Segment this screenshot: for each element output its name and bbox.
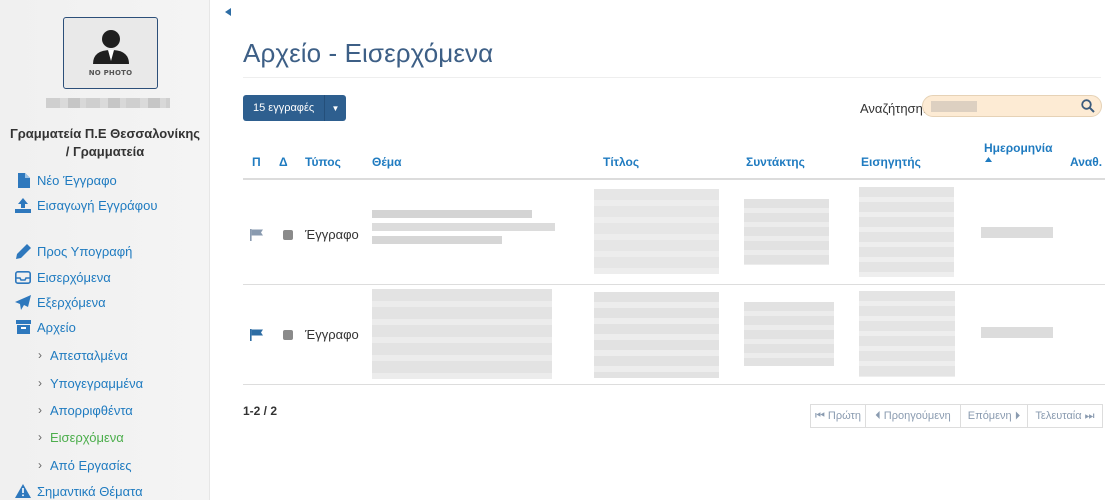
rapporteur-redacted <box>859 187 954 277</box>
sidebar: NO PHOTO Γραμματεία Π.Ε Θεσσαλονίκης / Γ… <box>0 0 210 500</box>
chevron-right-icon: › <box>38 403 42 417</box>
column-header-author[interactable]: Συντάκτης <box>746 155 805 169</box>
sidebar-item-label: Εισερχόμενα <box>37 269 111 285</box>
username-redacted <box>46 98 170 108</box>
author-redacted <box>744 302 834 366</box>
column-header-assign[interactable]: Αναθ. <box>1070 155 1102 169</box>
title-redacted <box>594 189 719 274</box>
table-row[interactable]: Έγγραφο <box>243 181 1105 283</box>
avatar[interactable]: NO PHOTO <box>63 17 158 89</box>
search-label: Αναζήτηση: <box>860 101 927 116</box>
pencil-icon <box>14 243 32 259</box>
archive-icon <box>14 319 32 335</box>
chevron-right-icon: › <box>38 430 42 444</box>
sort-asc-icon <box>985 157 992 162</box>
rapporteur-redacted <box>859 291 955 377</box>
document-status-square <box>283 230 293 240</box>
row-type: Έγγραφο <box>305 327 359 342</box>
date-redacted <box>981 327 1053 338</box>
column-header-subject[interactable]: Θέμα <box>372 155 401 169</box>
title-divider <box>243 77 1101 78</box>
sidebar-subitem-label: Απορριφθέντα <box>50 402 133 418</box>
search-icon[interactable] <box>1081 99 1095 113</box>
pager-last-button[interactable]: Τελευταία ⏭ <box>1027 404 1103 428</box>
flag-icon[interactable] <box>250 229 264 241</box>
pagination-count: 1-2 / 2 <box>243 404 278 418</box>
sidebar-subitem-sent[interactable]: › Απεσταλμένα <box>38 346 128 364</box>
department-name: Γραμματεία Π.Ε Θεσσαλονίκης / Γραμματεία <box>9 126 201 159</box>
sidebar-subitem-incoming[interactable]: › Εισερχόμενα <box>38 428 124 446</box>
title-redacted <box>594 292 719 378</box>
app-window: NO PHOTO Γραμματεία Π.Ε Θεσσαλονίκης / Γ… <box>0 0 1110 500</box>
sidebar-item-new-document[interactable]: Νέο Έγγραφο <box>14 171 117 189</box>
row-divider <box>243 384 1105 385</box>
sidebar-item-archive[interactable]: Αρχείο <box>14 318 76 336</box>
sidebar-item-label: Εισαγωγή Εγγράφου <box>37 197 158 213</box>
sidebar-item-incoming[interactable]: Εισερχόμενα <box>14 268 111 286</box>
column-header-type[interactable]: Τύπος <box>305 155 341 169</box>
chevron-right-icon: › <box>38 348 42 362</box>
inbox-icon <box>14 269 32 285</box>
collapse-sidebar-icon[interactable] <box>225 8 231 16</box>
pager-next-button[interactable]: Επόμενη ⏵ <box>960 404 1028 428</box>
sidebar-item-label: Νέο Έγγραφο <box>37 172 117 188</box>
flag-icon[interactable] <box>250 329 264 341</box>
pager-previous-button[interactable]: ⏴ Προηγούμενη <box>865 404 961 428</box>
sidebar-subitem-label: Από Εργασίες <box>50 457 132 473</box>
subject-redacted <box>372 210 555 249</box>
records-per-page-label: 15 εγγραφές <box>253 102 315 114</box>
chevron-right-icon: › <box>38 376 42 390</box>
sidebar-item-outgoing[interactable]: Εξερχόμενα <box>14 293 106 311</box>
sidebar-item-label: Προς Υπογραφή <box>37 243 133 259</box>
column-header-title[interactable]: Τίτλος <box>603 155 639 169</box>
sidebar-subitem-label: Υπογεγραμμένα <box>50 375 144 391</box>
warning-icon <box>14 483 32 499</box>
column-header-p[interactable]: Π <box>252 155 261 169</box>
author-redacted <box>744 199 829 265</box>
sidebar-item-label: Αρχείο <box>37 319 76 335</box>
user-silhouette-icon <box>93 30 129 64</box>
sidebar-subitem-label: Εισερχόμενα <box>50 429 124 445</box>
search-input[interactable] <box>929 98 1069 114</box>
column-header-date[interactable]: Ημερομηνία <box>984 141 1053 155</box>
document-status-square <box>283 330 293 340</box>
chevron-right-icon: › <box>38 458 42 472</box>
row-divider <box>243 284 1105 285</box>
sidebar-subitem-rejected[interactable]: › Απορριφθέντα <box>38 401 133 419</box>
sidebar-item-import-document[interactable]: Εισαγωγή Εγγράφου <box>14 196 157 214</box>
date-redacted <box>981 227 1053 238</box>
sidebar-item-for-signature[interactable]: Προς Υπογραφή <box>14 242 132 260</box>
caret-down-icon: ▼ <box>324 95 346 121</box>
sidebar-item-label: Σημαντικά Θέματα <box>37 483 143 499</box>
search-box[interactable] <box>922 95 1102 117</box>
sidebar-subitem-label: Απεσταλμένα <box>50 347 128 363</box>
table-header-divider <box>243 178 1105 180</box>
sidebar-item-label: Εξερχόμενα <box>37 294 106 310</box>
pager-first-button[interactable]: ⏮ Πρώτη <box>810 404 866 428</box>
sidebar-subitem-signed[interactable]: › Υπογεγραμμένα <box>38 374 143 392</box>
page-title: Αρχείο - Εισερχόμενα <box>243 38 494 68</box>
column-header-d[interactable]: Δ <box>279 155 288 169</box>
file-icon <box>14 172 32 188</box>
column-header-rapporteur[interactable]: Εισηγητής <box>861 155 921 169</box>
send-icon <box>14 294 32 310</box>
sidebar-subitem-from-tasks[interactable]: › Από Εργασίες <box>38 456 132 474</box>
upload-icon <box>14 197 32 213</box>
avatar-caption: NO PHOTO <box>88 69 133 77</box>
table-row[interactable]: Έγγραφο <box>243 286 1105 382</box>
subject-redacted <box>372 289 552 379</box>
row-type: Έγγραφο <box>305 227 359 242</box>
sidebar-item-important-topics[interactable]: Σημαντικά Θέματα <box>14 482 143 500</box>
records-per-page-dropdown[interactable]: 15 εγγραφές ▼ <box>243 95 346 121</box>
